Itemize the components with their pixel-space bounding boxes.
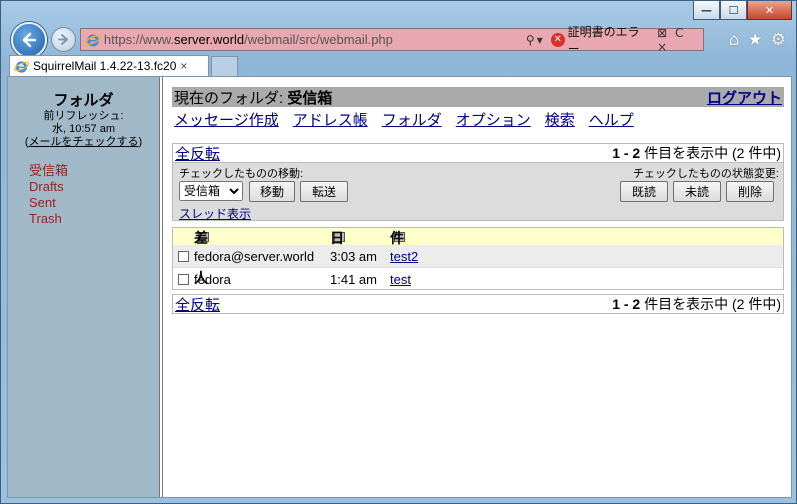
folder-sidebar: フォルダ 前リフレッシュ: 水, 10:57 am (メールをチェックする) 受… [8, 77, 159, 497]
refresh-label: 前リフレッシュ: [43, 110, 124, 122]
toggle-all-link-bottom[interactable]: 全反転 [175, 294, 220, 315]
main-menu: メッセージ作成 アドレス帳 フォルダ オプション 検索 ヘルプ [172, 107, 784, 131]
mark-unread-button[interactable]: 未読 [673, 181, 721, 202]
message-range-bottom: 1 - 2 件目を表示中 (2 件中) [612, 296, 781, 312]
gear-icon[interactable]: ⚙ [771, 30, 786, 50]
refresh-time: 水, 10:57 am [52, 123, 115, 135]
favorites-star-icon[interactable]: ★ [748, 30, 763, 50]
table-row[interactable]: fedora@server.world 3:03 am test2 [173, 245, 783, 267]
list-nav-top: 全反転 1 - 2 件目を表示中 (2 件中) [172, 143, 784, 163]
row-subject-wrap: test [390, 272, 411, 287]
bulk-actions: チェックしたものの移動: チェックしたものの状態変更: 受信箱 移動 転送 既読… [172, 163, 784, 221]
check-mail-link[interactable]: メールをチェックする [29, 136, 139, 148]
target-folder-select[interactable]: 受信箱 [179, 181, 243, 201]
folder-inbox[interactable]: 受信箱 [29, 163, 159, 179]
delete-button[interactable]: 削除 [726, 181, 774, 202]
status-label: チェックしたものの状態変更: [632, 168, 779, 180]
browser-tab[interactable]: SquirrelMail 1.4.22-13.fc20 × [9, 55, 209, 76]
col-date[interactable]: 日付 [330, 228, 345, 266]
mark-read-button[interactable]: 既読 [620, 181, 668, 202]
row-date: 3:03 am [330, 249, 377, 264]
forward-button-mail[interactable]: 転送 [300, 181, 348, 202]
row-subject-wrap: test2 [390, 249, 418, 264]
row-from: fedora@server.world [194, 249, 315, 264]
cert-error-label[interactable]: 証明書のエラー [568, 23, 652, 57]
message-table: 差出人 日付 件名 fedora@server.world 3:03 am te… [172, 227, 784, 290]
row-checkbox[interactable] [178, 251, 189, 262]
menu-addresses[interactable]: アドレス帳 [293, 109, 368, 130]
menu-help[interactable]: ヘルプ [589, 109, 634, 130]
tab-title: SquirrelMail 1.4.22-13.fc20 [33, 59, 177, 73]
maximize-button[interactable]: ☐ [720, 1, 747, 20]
dropdown-arrow-icon[interactable]: ▾ [537, 33, 543, 47]
ie-logo-icon [85, 34, 101, 46]
close-window-button[interactable]: ✕ [747, 1, 792, 20]
folder-sent[interactable]: Sent [29, 195, 159, 211]
home-icon[interactable]: ⌂ [729, 30, 740, 50]
thread-view-link[interactable]: スレッド表示 [179, 205, 251, 222]
folder-header: 現在のフォルダ: 受信箱 ログアウト [172, 87, 784, 107]
ie-logo-icon [14, 60, 29, 73]
window-controls: — ☐ ✕ [693, 1, 792, 20]
search-icon[interactable]: ⚲ [526, 33, 535, 47]
move-button[interactable]: 移動 [249, 181, 295, 202]
back-button[interactable] [11, 22, 47, 58]
cert-error-icon[interactable]: ✕ [550, 32, 565, 47]
row-subject-link[interactable]: test [390, 272, 411, 287]
message-list-pane: 現在のフォルダ: 受信箱 ログアウト メッセージ作成 アドレス帳 フォルダ オプ… [172, 77, 784, 314]
menu-search[interactable]: 検索 [545, 109, 575, 130]
col-from[interactable]: 差出人 [194, 228, 209, 286]
folder-list: 受信箱 Drafts Sent Trash [8, 163, 159, 227]
toggle-all-link[interactable]: 全反転 [175, 143, 220, 164]
table-row[interactable]: fedora 1:41 am test [173, 267, 783, 289]
new-tab-button[interactable] [211, 56, 238, 76]
menu-compose[interactable]: メッセージ作成 [174, 109, 279, 130]
message-range: 1 - 2 件目を表示中 (2 件中) [612, 145, 781, 161]
folder-drafts[interactable]: Drafts [29, 179, 159, 195]
address-bar[interactable]: https://www.server.world/webmail/src/web… [80, 25, 704, 56]
current-folder: 現在のフォルダ: 受信箱 [174, 89, 333, 107]
page-content: フォルダ 前リフレッシュ: 水, 10:57 am (メールをチェックする) 受… [7, 76, 792, 498]
compat-refresh-icons[interactable]: ⊠ C × [657, 26, 703, 54]
browser-tools: ⌂ ★ ⚙ [729, 30, 786, 50]
move-label: チェックしたものの移動: [179, 168, 304, 180]
arrow-left-icon [22, 32, 37, 48]
arrow-right-icon [58, 34, 68, 45]
row-from: fedora [194, 272, 231, 287]
menu-options[interactable]: オプション [456, 109, 531, 130]
tab-close-icon[interactable]: × [180, 59, 187, 73]
forward-button[interactable] [51, 27, 76, 52]
url-text: https://www.server.world/webmail/src/web… [103, 32, 393, 47]
list-nav-bottom: 全反転 1 - 2 件目を表示中 (2 件中) [172, 294, 784, 314]
folder-trash[interactable]: Trash [29, 211, 159, 227]
frame-separator[interactable] [159, 77, 163, 497]
logout-link[interactable]: ログアウト [707, 87, 782, 108]
sidebar-title: フォルダ [53, 92, 114, 109]
check-mail-wrap: (メールをチェックする) [24, 136, 143, 148]
menu-folders[interactable]: フォルダ [382, 109, 442, 130]
row-subject-link[interactable]: test2 [390, 249, 418, 264]
browser-window: — ☐ ✕ https://www.server.world/webmail/s… [0, 0, 797, 504]
minimize-button[interactable]: — [693, 1, 720, 20]
row-date: 1:41 am [330, 272, 377, 287]
table-header: 差出人 日付 件名 [173, 228, 783, 286]
row-checkbox[interactable] [178, 274, 189, 285]
col-subject[interactable]: 件名 [390, 228, 405, 266]
